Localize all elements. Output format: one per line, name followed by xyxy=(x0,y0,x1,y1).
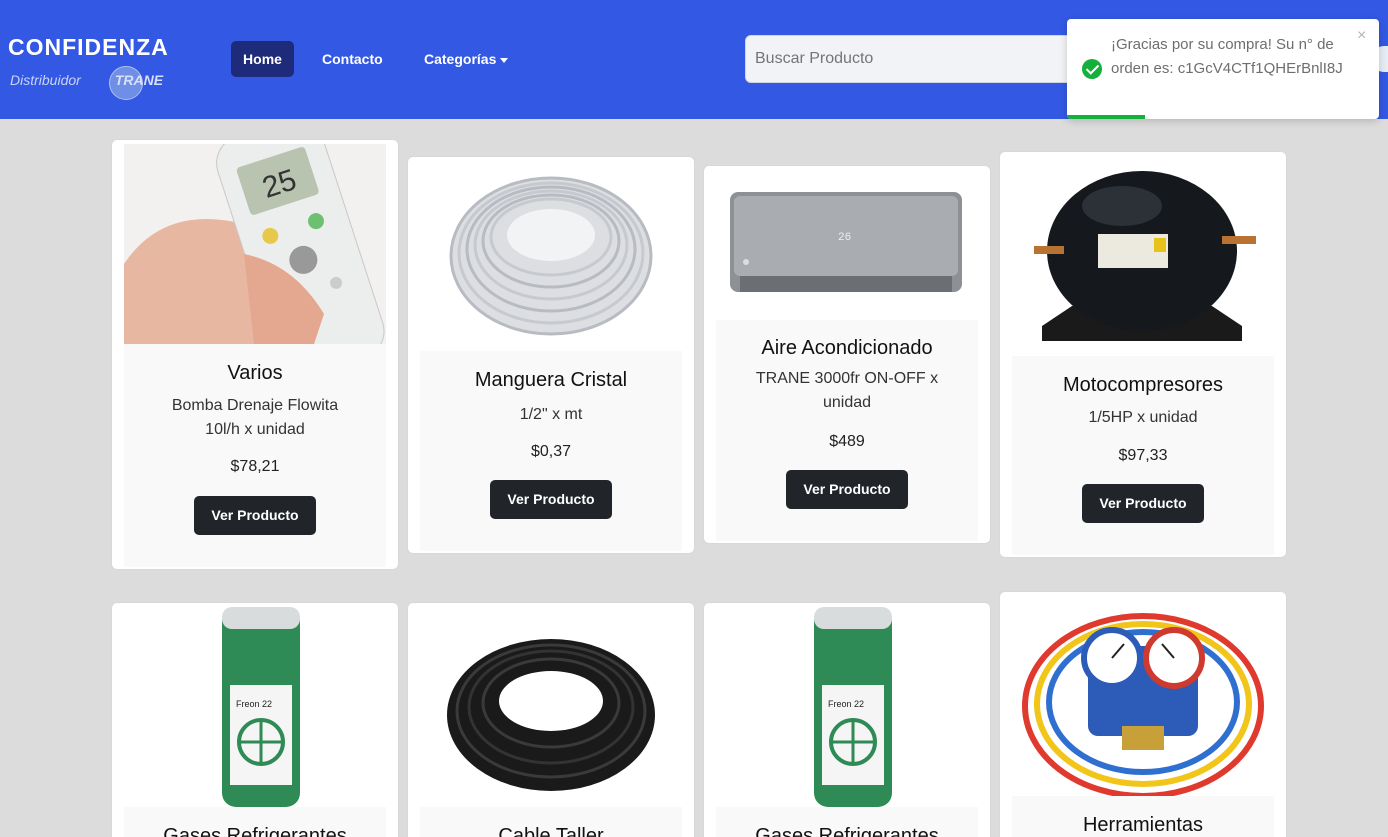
toast-progress-bar xyxy=(1067,115,1145,119)
svg-text:26: 26 xyxy=(838,232,851,244)
nav-contacto[interactable]: Contacto xyxy=(322,41,383,77)
product-title: Gases Refrigerantes xyxy=(163,825,347,837)
brand-name: CONFIDENZA xyxy=(8,34,169,60)
product-price: $78,21 xyxy=(230,458,280,475)
ver-producto-button[interactable]: Ver Producto xyxy=(786,470,908,509)
card-body: Cable Taller xyxy=(420,607,682,837)
product-title: Manguera Cristal xyxy=(474,369,628,391)
refrigerant-can-illustration: Freon 22 xyxy=(124,607,386,807)
ver-producto-button[interactable]: Ver Producto xyxy=(490,480,612,519)
brand-sub-label: Distribuidor xyxy=(10,72,81,88)
product-description: 1/2" x mt xyxy=(519,406,583,423)
brand-partner-label: TRANE xyxy=(114,72,164,88)
card-body: Freon 22 Gases Refrigerantes xyxy=(124,607,386,837)
card-body: Herramientas xyxy=(1012,596,1274,837)
product-card: Freon 22 Gases Refrigerantes xyxy=(111,602,399,837)
nav-categorias-dropdown[interactable]: Categorías xyxy=(424,41,509,77)
manifold-gauge-illustration xyxy=(1012,596,1274,796)
product-title: Cable Taller xyxy=(498,825,604,837)
check-circle-icon xyxy=(1082,59,1102,79)
card-body: 26 Aire Acondicionado TRANE 3000fr ON-OF… xyxy=(716,170,978,541)
product-title: Aire Acondicionado xyxy=(761,337,933,359)
product-card: Manguera Cristal 1/2" x mt $0,37 Ver Pro… xyxy=(407,156,695,554)
compressor-illustration xyxy=(1012,156,1274,356)
remote-control-illustration: 25 xyxy=(124,144,386,344)
product-description: TRANE 3000fr ON-OFF x unidad xyxy=(755,370,939,411)
close-icon[interactable]: × xyxy=(1357,27,1366,45)
product-price: $489 xyxy=(829,433,865,450)
product-description: 1/5HP x unidad xyxy=(1088,409,1198,426)
clear-hose-illustration xyxy=(420,161,682,351)
product-description: Bomba Drenaje Flowita 10l/h x unidad xyxy=(171,397,339,438)
caret-down-icon xyxy=(500,57,509,63)
product-image-manifold[interactable] xyxy=(1012,596,1274,796)
svg-text:Freon 22: Freon 22 xyxy=(828,699,864,709)
refrigerant-can-illustration: Freon 22 xyxy=(716,607,978,807)
product-card: 25 Varios Bomba Drenaje Flowita 10l/h x … xyxy=(111,139,399,570)
product-card: Cable Taller xyxy=(407,602,695,837)
product-image-refrigerant[interactable]: Freon 22 xyxy=(716,607,978,807)
card-body: Manguera Cristal 1/2" x mt $0,37 Ver Pro… xyxy=(420,161,682,551)
product-card: Herramientas xyxy=(999,591,1287,837)
order-toast: ¡Gracias por su compra! Su n° de orden e… xyxy=(1067,19,1379,119)
product-card: 26 Aire Acondicionado TRANE 3000fr ON-OF… xyxy=(703,165,991,544)
product-price: $0,37 xyxy=(530,443,572,460)
ver-producto-button[interactable]: Ver Producto xyxy=(1082,484,1204,523)
product-title: Herramientas xyxy=(1082,814,1204,836)
svg-text:Freon 22: Freon 22 xyxy=(236,699,272,709)
ver-producto-button[interactable]: Ver Producto xyxy=(194,496,316,535)
product-image-remote[interactable]: 25 xyxy=(124,144,386,344)
product-card: Freon 22 Gases Refrigerantes xyxy=(703,602,991,837)
air-conditioner-illustration: 26 xyxy=(716,170,978,320)
product-title: Gases Refrigerantes xyxy=(755,825,939,837)
search-input[interactable] xyxy=(745,35,1105,83)
card-body: 25 Varios Bomba Drenaje Flowita 10l/h x … xyxy=(124,144,386,567)
product-image-refrigerant[interactable]: Freon 22 xyxy=(124,607,386,807)
toast-message: ¡Gracias por su compra! Su n° de orden e… xyxy=(1111,36,1343,77)
brand-subtitle: Distribuidor TRANE xyxy=(10,72,163,88)
product-image-compressor[interactable] xyxy=(1012,156,1274,356)
nav-categorias-label: Categorías xyxy=(424,51,497,67)
product-image-cable[interactable] xyxy=(420,607,682,807)
nav-home[interactable]: Home xyxy=(231,41,294,77)
product-title: Varios xyxy=(227,362,283,384)
brand-logo[interactable]: CONFIDENZA Distribuidor TRANE xyxy=(8,30,208,102)
product-card: Motocompresores 1/5HP x unidad $97,33 Ve… xyxy=(999,151,1287,558)
card-body: Motocompresores 1/5HP x unidad $97,33 Ve… xyxy=(1012,156,1274,555)
product-title: Motocompresores xyxy=(1062,374,1224,396)
card-body: Freon 22 Gases Refrigerantes xyxy=(716,607,978,837)
product-price: $97,33 xyxy=(1118,447,1168,464)
product-image-air-conditioner[interactable]: 26 xyxy=(716,170,978,320)
cable-coil-illustration xyxy=(420,607,682,807)
product-image-hose[interactable] xyxy=(420,161,682,351)
